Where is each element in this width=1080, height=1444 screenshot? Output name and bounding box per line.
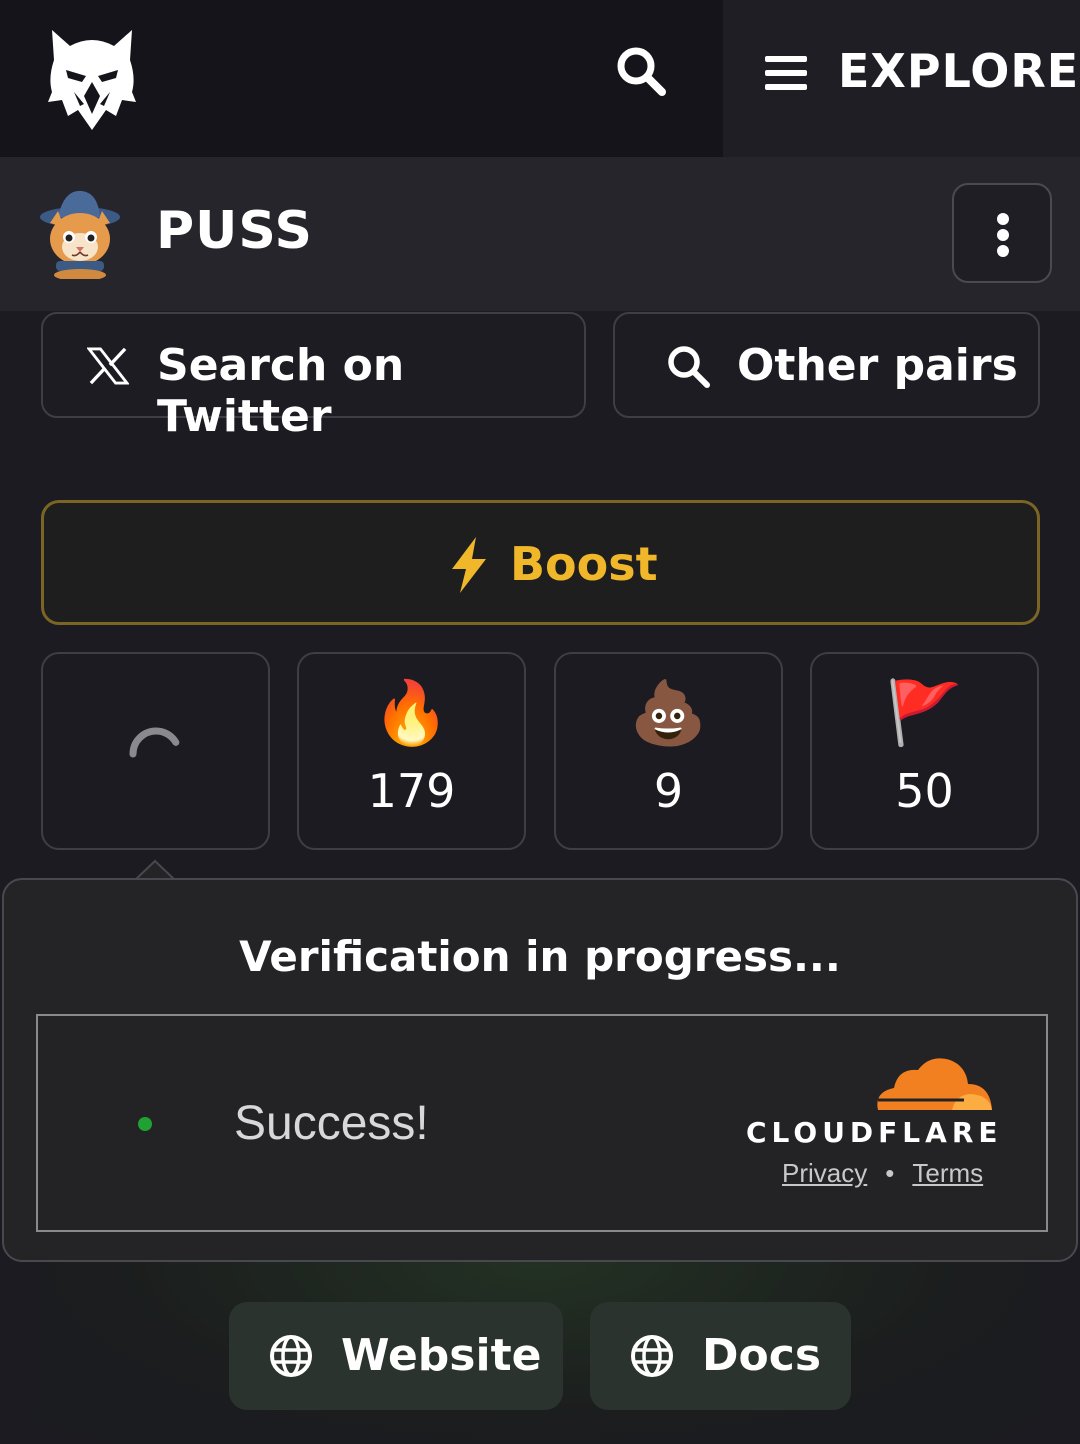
docs-button[interactable]: Docs — [590, 1302, 851, 1410]
poop-emoji-icon: 💩 — [629, 676, 708, 749]
cloudflare-cloud-icon — [877, 1058, 992, 1110]
boost-label: Boost — [510, 537, 658, 591]
success-message: Success! — [234, 1097, 429, 1150]
search-on-twitter-button[interactable]: Search on Twitter — [41, 312, 586, 442]
privacy-link[interactable]: Privacy — [782, 1158, 867, 1188]
explore-label: EXPLORE — [838, 44, 1080, 98]
stat-card-loading[interactable] — [41, 652, 270, 850]
success-status-dot — [138, 1117, 152, 1131]
verification-title: Verification in progress... — [239, 932, 841, 981]
docs-label: Docs — [702, 1330, 822, 1381]
website-button[interactable]: Website — [229, 1302, 563, 1410]
top-navbar: EXPLORE — [0, 0, 1080, 157]
search-on-twitter-label: Search on Twitter — [157, 340, 405, 442]
poop-count: 9 — [653, 764, 684, 818]
lightning-icon — [452, 537, 486, 593]
cloudflare-links: Privacy • Terms — [782, 1158, 983, 1189]
loading-spinner-icon — [129, 727, 183, 758]
stat-card-fire[interactable]: 🔥 179 — [297, 652, 526, 850]
terms-link[interactable]: Terms — [912, 1158, 983, 1188]
more-options-button[interactable] — [952, 183, 1052, 283]
eagle-logo-icon[interactable] — [44, 26, 140, 134]
hamburger-icon — [765, 56, 807, 90]
globe-icon — [631, 1335, 673, 1377]
vertical-dots-icon — [997, 213, 1009, 225]
red-flag-emoji-icon: 🚩 — [885, 676, 964, 749]
cloudflare-wordmark: CLOUDFLARE — [746, 1116, 1003, 1149]
search-icon[interactable] — [612, 42, 672, 102]
explore-menu-button[interactable]: EXPLORE — [723, 0, 1080, 157]
boost-button[interactable]: Boost — [41, 500, 1040, 625]
stat-card-poop[interactable]: 💩 9 — [554, 652, 783, 850]
other-pairs-label: Other pairs — [737, 340, 1018, 391]
token-header: PUSS — [0, 157, 1080, 311]
fire-count: 179 — [367, 764, 456, 818]
token-name: PUSS — [156, 201, 313, 261]
link-separator: • — [885, 1158, 895, 1188]
search-icon — [668, 346, 710, 388]
flag-count: 50 — [895, 764, 954, 818]
cloudflare-turnstile-widget[interactable]: Success! CLOUDFLARE Privacy • Terms — [36, 1014, 1048, 1232]
globe-icon — [270, 1335, 312, 1377]
other-pairs-button[interactable]: Other pairs — [613, 312, 1040, 418]
fire-emoji-icon: 🔥 — [372, 676, 451, 749]
stat-card-flag[interactable]: 🚩 50 — [810, 652, 1039, 850]
token-avatar — [40, 190, 120, 279]
vertical-dots-icon — [997, 229, 1009, 241]
verification-popover: Verification in progress... Success! CLO… — [2, 878, 1078, 1262]
x-logo-icon — [87, 347, 129, 385]
website-label: Website — [341, 1330, 542, 1381]
vertical-dots-icon — [997, 245, 1009, 257]
